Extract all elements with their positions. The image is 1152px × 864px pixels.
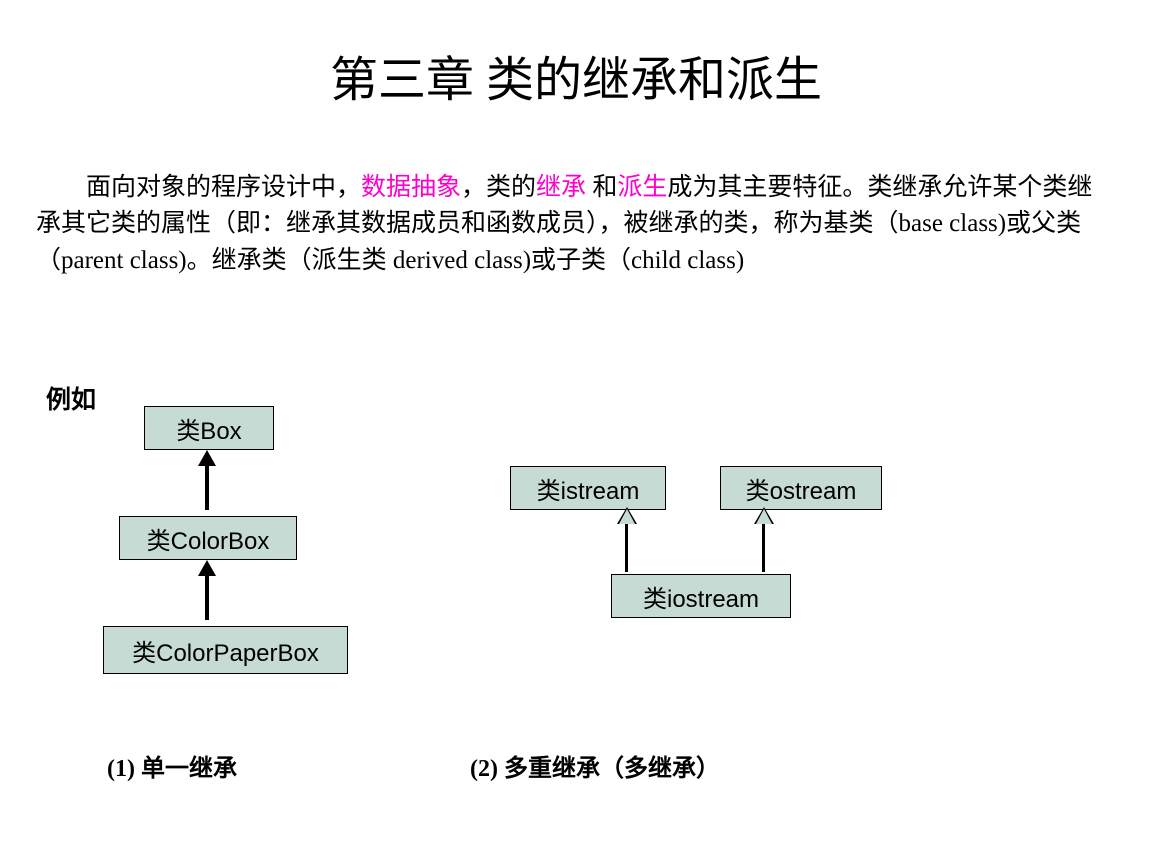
intro-paragraph: 面向对象的程序设计中，数据抽象，类的继承 和派生成为其主要特征。类继承允许某个类… bbox=[36, 170, 1116, 279]
intro-pink3: 派生 bbox=[617, 174, 667, 201]
intro-seg3: 和 bbox=[586, 174, 617, 201]
arrow-colorpaperbox-to-colorbox bbox=[205, 572, 209, 620]
d2-box-ostream: 类ostream bbox=[720, 466, 882, 510]
intro-seg1: 面向对象的程序设计中， bbox=[86, 174, 361, 201]
d2-box-istream: 类istream bbox=[510, 466, 666, 510]
example-label: 例如 bbox=[46, 380, 96, 416]
arrow-iostream-to-istream bbox=[625, 524, 628, 572]
d2-caption: (2) 多重继承（多继承） bbox=[470, 748, 720, 783]
arrow-colorbox-to-box bbox=[205, 462, 209, 510]
d1-box-colorpaperbox: 类ColorPaperBox bbox=[103, 626, 348, 674]
d1-caption: (1) 单一继承 bbox=[107, 748, 237, 783]
d1-box-box: 类Box bbox=[144, 406, 274, 450]
arrow-iostream-to-ostream bbox=[762, 524, 765, 572]
page-title: 第三章 类的继承和派生 bbox=[0, 0, 1152, 110]
intro-pink2: 继承 bbox=[536, 174, 586, 201]
intro-seg2: ，类的 bbox=[461, 174, 536, 201]
d1-box-colorbox: 类ColorBox bbox=[119, 516, 297, 560]
d2-box-iostream: 类iostream bbox=[611, 574, 791, 618]
intro-pink1: 数据抽象 bbox=[361, 174, 461, 201]
